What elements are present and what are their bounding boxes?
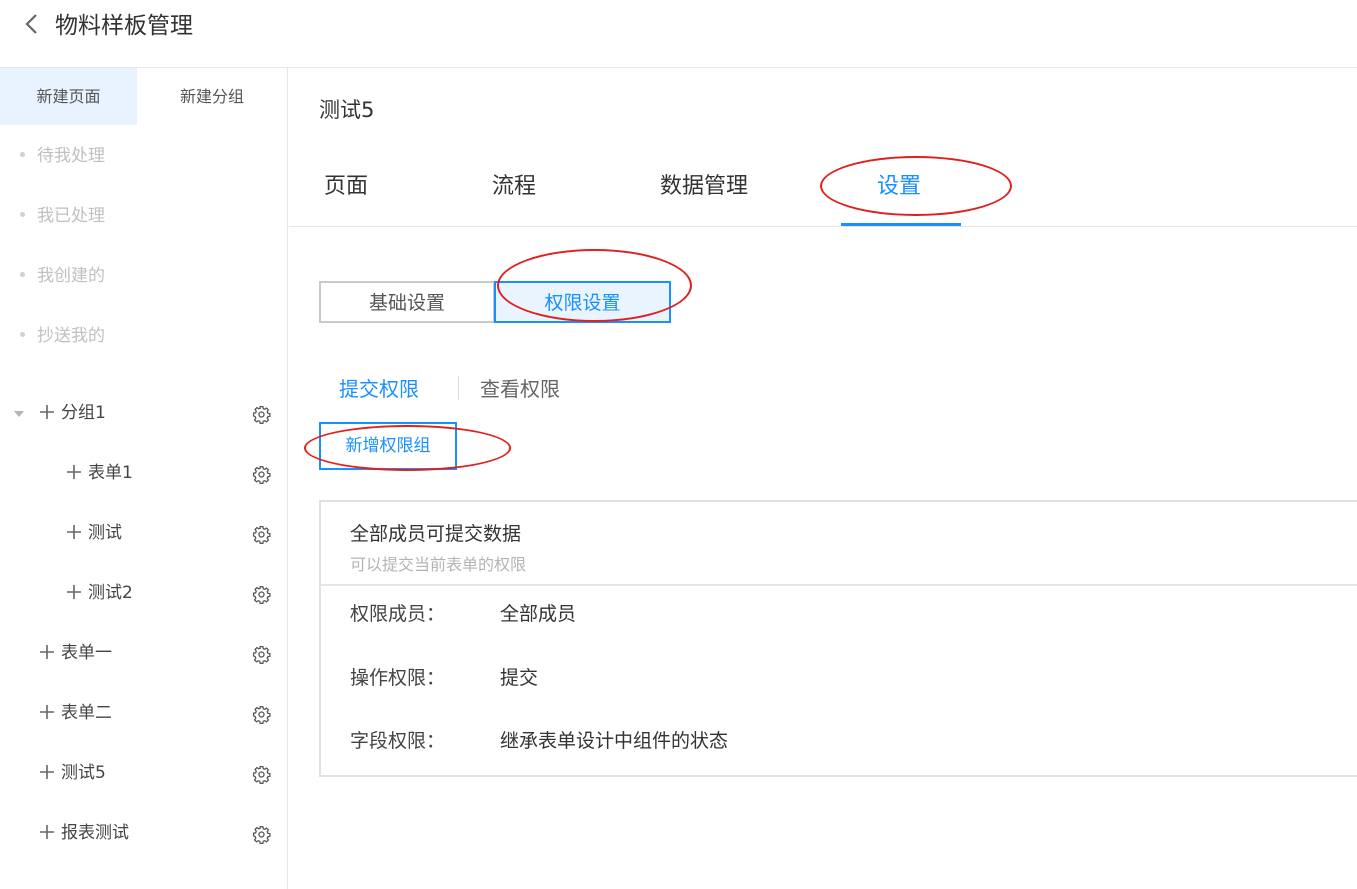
tree-item-group1[interactable]: 分组1 [0, 394, 287, 434]
quick-item-cc[interactable]: 抄送我的 [20, 324, 105, 348]
permission-card-description: 可以提交当前表单的权限 [350, 555, 527, 574]
tree-item-test[interactable]: 测试 [0, 514, 287, 554]
tab-flow[interactable]: 流程 [492, 168, 536, 226]
field-permission-value: 继承表单设计中组件的状态 [500, 730, 729, 752]
tree-item-test2[interactable]: 测试2 [0, 574, 287, 614]
app-title: 物料样板管理 [55, 13, 193, 39]
submit-permission-tab[interactable]: 提交权限 [339, 375, 419, 403]
plus-icon [67, 465, 81, 479]
tree-item-form1[interactable]: 表单1 [0, 454, 287, 494]
active-tab-indicator [841, 223, 961, 226]
bullet-dot [20, 151, 25, 157]
tab-page[interactable]: 页面 [324, 168, 368, 226]
tab-settings[interactable]: 设置 [877, 168, 921, 226]
gear-icon[interactable] [252, 705, 271, 724]
new-page-tab[interactable]: 新建页面 [0, 68, 137, 125]
plus-icon [40, 705, 54, 719]
main-tabs: 页面 流程 数据管理 设置 [289, 168, 1357, 227]
sub-tab-divider [458, 376, 459, 400]
sidebar: 新建页面 新建分组 待我处理 我已处理 我创建的 抄送我的 分组1 表单1 测试… [0, 68, 288, 889]
members-value: 全部成员 [500, 603, 577, 625]
quick-item-label: 我已处理 [37, 206, 105, 226]
permission-card-header: 全部成员可提交数据 可以提交当前表单的权限 [321, 502, 1357, 586]
plus-icon [67, 585, 81, 599]
plus-icon [40, 405, 54, 419]
permission-card-title: 全部成员可提交数据 [350, 523, 522, 545]
permission-group-card: 全部成员可提交数据 可以提交当前表单的权限 权限成员： 全部成员 操作权限： 提… [319, 500, 1357, 777]
tree-item-label: 分组1 [61, 403, 106, 423]
gear-icon[interactable] [252, 585, 271, 604]
gear-icon[interactable] [252, 465, 271, 484]
main-content: 测试5 页面 流程 数据管理 设置 基础设置 权限设置 提交权限 查看权限 新增… [289, 68, 1357, 889]
view-permission-tab[interactable]: 查看权限 [480, 375, 560, 403]
quick-item-created[interactable]: 我创建的 [20, 264, 105, 288]
quick-item-label: 我创建的 [37, 266, 105, 286]
quick-item-label: 抄送我的 [37, 326, 105, 346]
bullet-dot [20, 211, 25, 217]
tree-item-form-one[interactable]: 表单一 [0, 634, 287, 674]
quick-item-processed[interactable]: 我已处理 [20, 204, 105, 228]
tree-item-form-two[interactable]: 表单二 [0, 694, 287, 734]
chevron-left-icon[interactable] [22, 13, 42, 35]
operation-value: 提交 [500, 667, 539, 689]
members-label: 权限成员： [350, 603, 446, 625]
tree-item-label: 表单1 [88, 463, 133, 483]
permission-settings-segment[interactable]: 权限设置 [494, 281, 671, 323]
tree-item-label: 报表测试 [61, 823, 129, 843]
gear-icon[interactable] [252, 645, 271, 664]
add-permission-group-button[interactable]: 新增权限组 [319, 422, 457, 470]
operation-label: 操作权限： [350, 667, 446, 689]
plus-icon [40, 645, 54, 659]
quick-item-label: 待我处理 [37, 146, 105, 166]
tree-item-label: 测试5 [61, 763, 106, 783]
tree-item-label: 测试2 [88, 583, 133, 603]
tree-item-label: 测试 [88, 523, 122, 543]
plus-icon [40, 765, 54, 779]
page-title: 测试5 [319, 98, 375, 122]
gear-icon[interactable] [252, 825, 271, 844]
field-permission-label: 字段权限： [350, 730, 446, 752]
tree-item-label: 表单二 [61, 703, 112, 723]
basic-settings-segment[interactable]: 基础设置 [319, 281, 495, 323]
bullet-dot [20, 271, 25, 277]
tab-data-management[interactable]: 数据管理 [660, 168, 748, 226]
plus-icon [40, 825, 54, 839]
new-group-tab[interactable]: 新建分组 [137, 68, 287, 125]
sidebar-tabs: 新建页面 新建分组 [0, 68, 287, 125]
top-bar: 物料样板管理 [0, 0, 1357, 68]
gear-icon[interactable] [252, 765, 271, 784]
plus-icon [67, 525, 81, 539]
caret-down-icon[interactable] [13, 408, 25, 420]
tree-item-label: 表单一 [61, 643, 112, 663]
tree-item-test5[interactable]: 测试5 [0, 754, 287, 794]
gear-icon[interactable] [252, 525, 271, 544]
tree-item-report-test[interactable]: 报表测试 [0, 814, 287, 854]
quick-item-pending[interactable]: 待我处理 [20, 144, 105, 168]
gear-icon[interactable] [252, 405, 271, 424]
bullet-dot [20, 331, 25, 337]
